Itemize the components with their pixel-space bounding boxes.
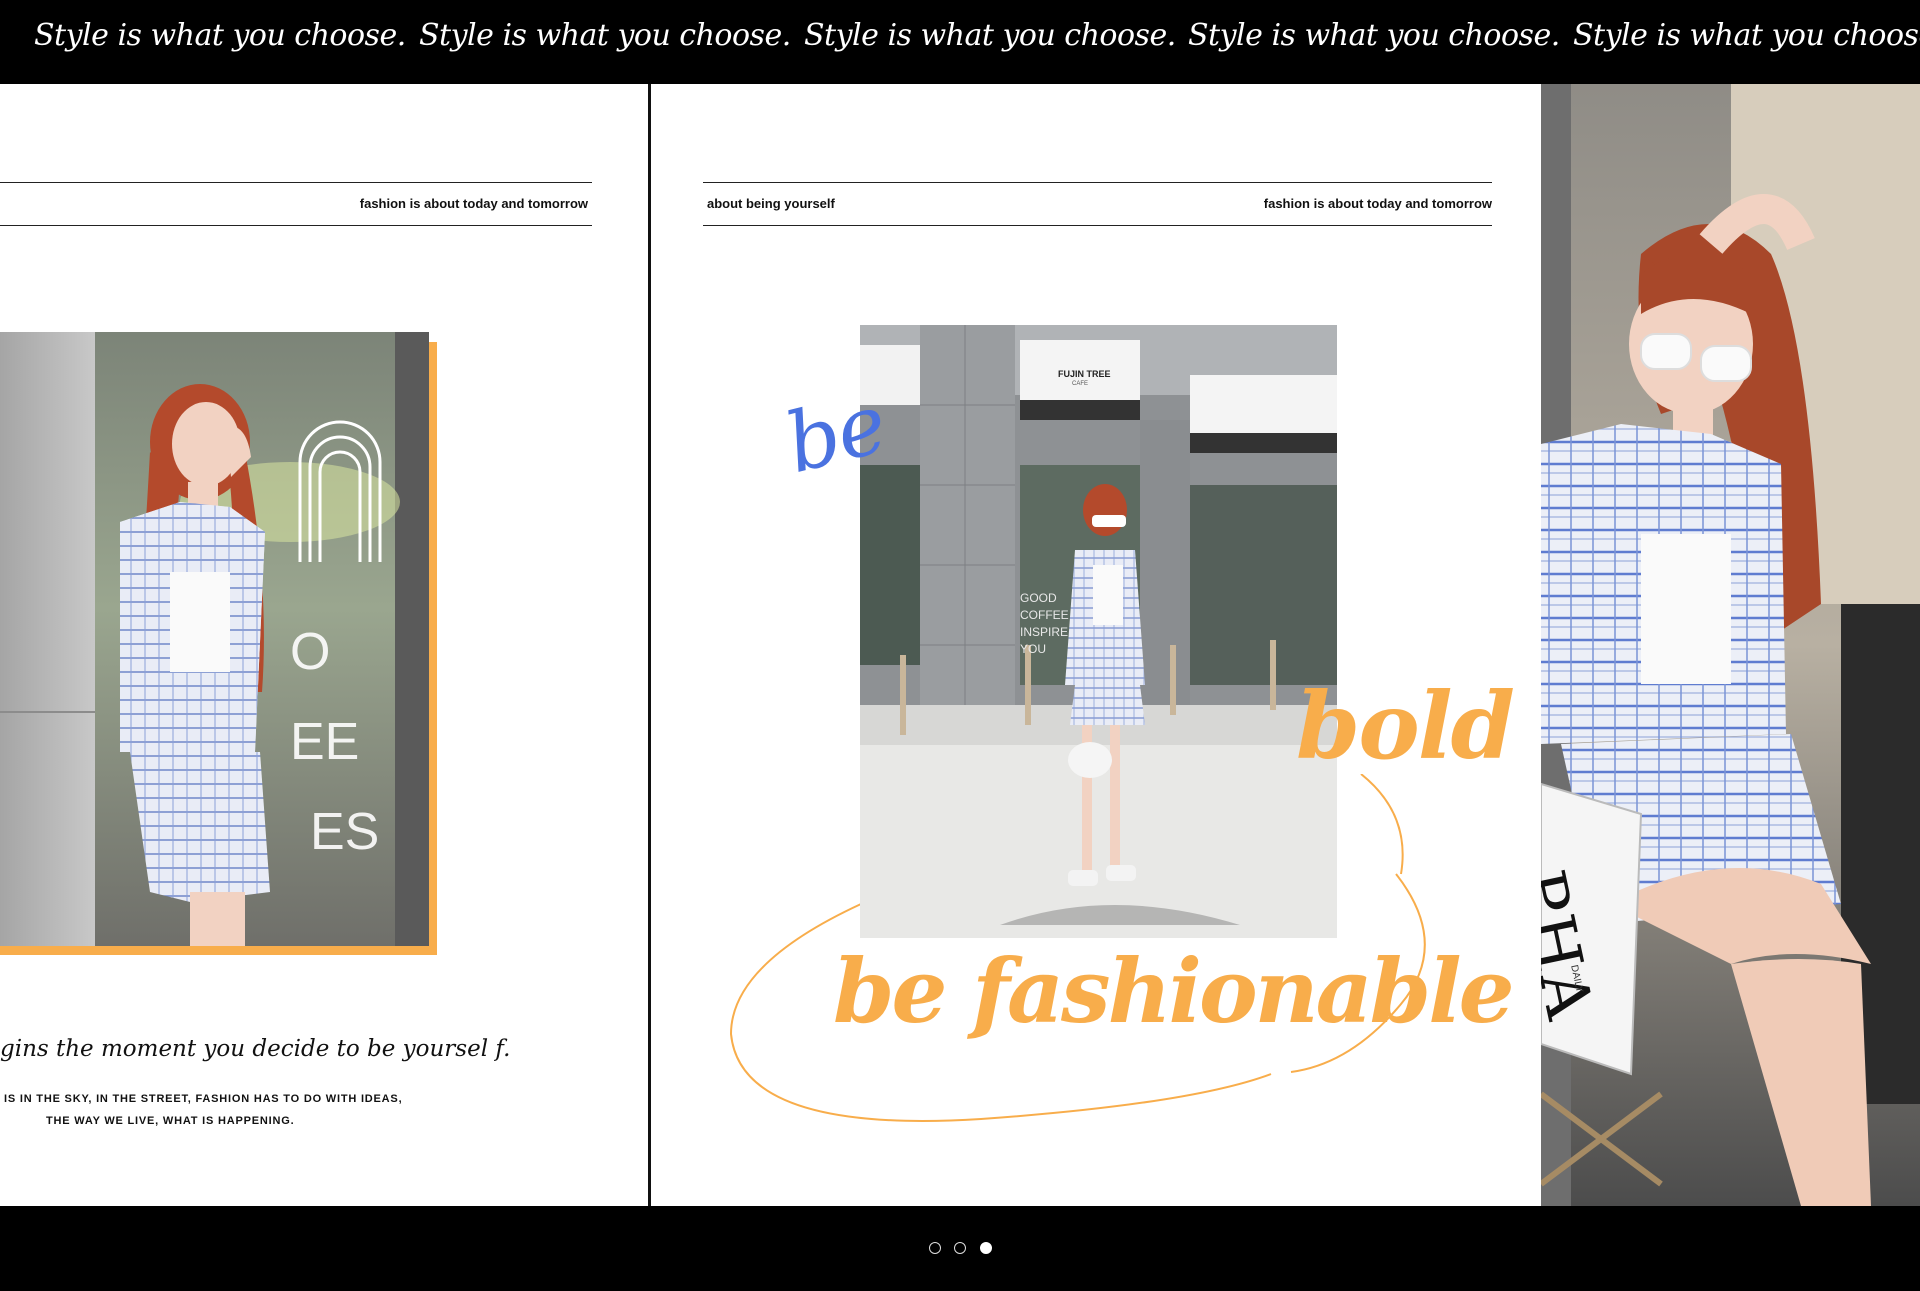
- window-sign-letter: EE: [290, 713, 360, 771]
- caption-line-1: IS IN THE SKY, IN THE STREET, FASHION HA…: [4, 1093, 403, 1105]
- header-rule-bottom: [703, 225, 1492, 226]
- quote-text: gins the moment you decide to be yoursel…: [0, 1036, 511, 1062]
- storefront-sign: FUJIN TREE: [1058, 369, 1111, 379]
- window-sign-letter: ES: [310, 803, 380, 861]
- window-text-line: COFFEE: [1020, 608, 1069, 622]
- marquee-text: Style is what you choose.: [419, 18, 791, 53]
- header-rule-bottom: [0, 225, 592, 226]
- top-marquee-banner: Style is what you choose. Style is what …: [0, 0, 1920, 84]
- pagination-dot-1[interactable]: [929, 1242, 941, 1254]
- slide-right-panel[interactable]: PHA DAILY: [1541, 84, 1920, 1206]
- slide-middle-panel[interactable]: about being yourself fashion is about to…: [651, 84, 1541, 1206]
- window-sign-letter: O: [290, 623, 331, 681]
- header-tagline: fashion is about today and tomorrow: [359, 196, 588, 211]
- slider-stage: fashion is about today and tomorrow O EE…: [0, 84, 1920, 1206]
- model-photo-window: O EE ES: [0, 332, 429, 946]
- window-text-block: GOOD COFFEE INSPIRE YOU: [1020, 590, 1069, 658]
- header-right-tagline: fashion is about today and tomorrow: [1263, 196, 1492, 211]
- pagination-bar: [0, 1206, 1920, 1291]
- window-text-line: INSPIRE: [1020, 625, 1069, 639]
- seated-model-photo: [1541, 84, 1920, 1206]
- caption-line-2: THE WAY WE LIVE, WHAT IS HAPPENING.: [46, 1115, 295, 1127]
- marquee-text: Style is what you choose.: [1188, 18, 1560, 53]
- window-text-line: GOOD: [1020, 591, 1057, 605]
- pagination-dot-3-active[interactable]: [980, 1242, 992, 1254]
- slide-left-panel[interactable]: fashion is about today and tomorrow O EE…: [0, 84, 648, 1206]
- header-rule-top: [0, 182, 592, 183]
- header-left-tagline: about being yourself: [707, 196, 835, 211]
- script-word-fashionable: be fashionable: [833, 939, 1515, 1043]
- storefront-subtitle: CAFE: [1072, 381, 1089, 387]
- window-text-line: YOU: [1020, 642, 1047, 656]
- script-word-bold: bold: [1296, 672, 1515, 780]
- pagination-dot-2[interactable]: [954, 1242, 966, 1254]
- street-model-photo: FUJIN TREE CAFE GOOD COFFEE INSPIRE YOU: [860, 325, 1337, 938]
- header-rule-top: [703, 182, 1492, 183]
- marquee-text: Style is what you choose.: [1573, 18, 1920, 53]
- marquee-text: Style is what you choose.: [34, 18, 406, 53]
- marquee-text: Style is what you choose.: [804, 18, 1176, 53]
